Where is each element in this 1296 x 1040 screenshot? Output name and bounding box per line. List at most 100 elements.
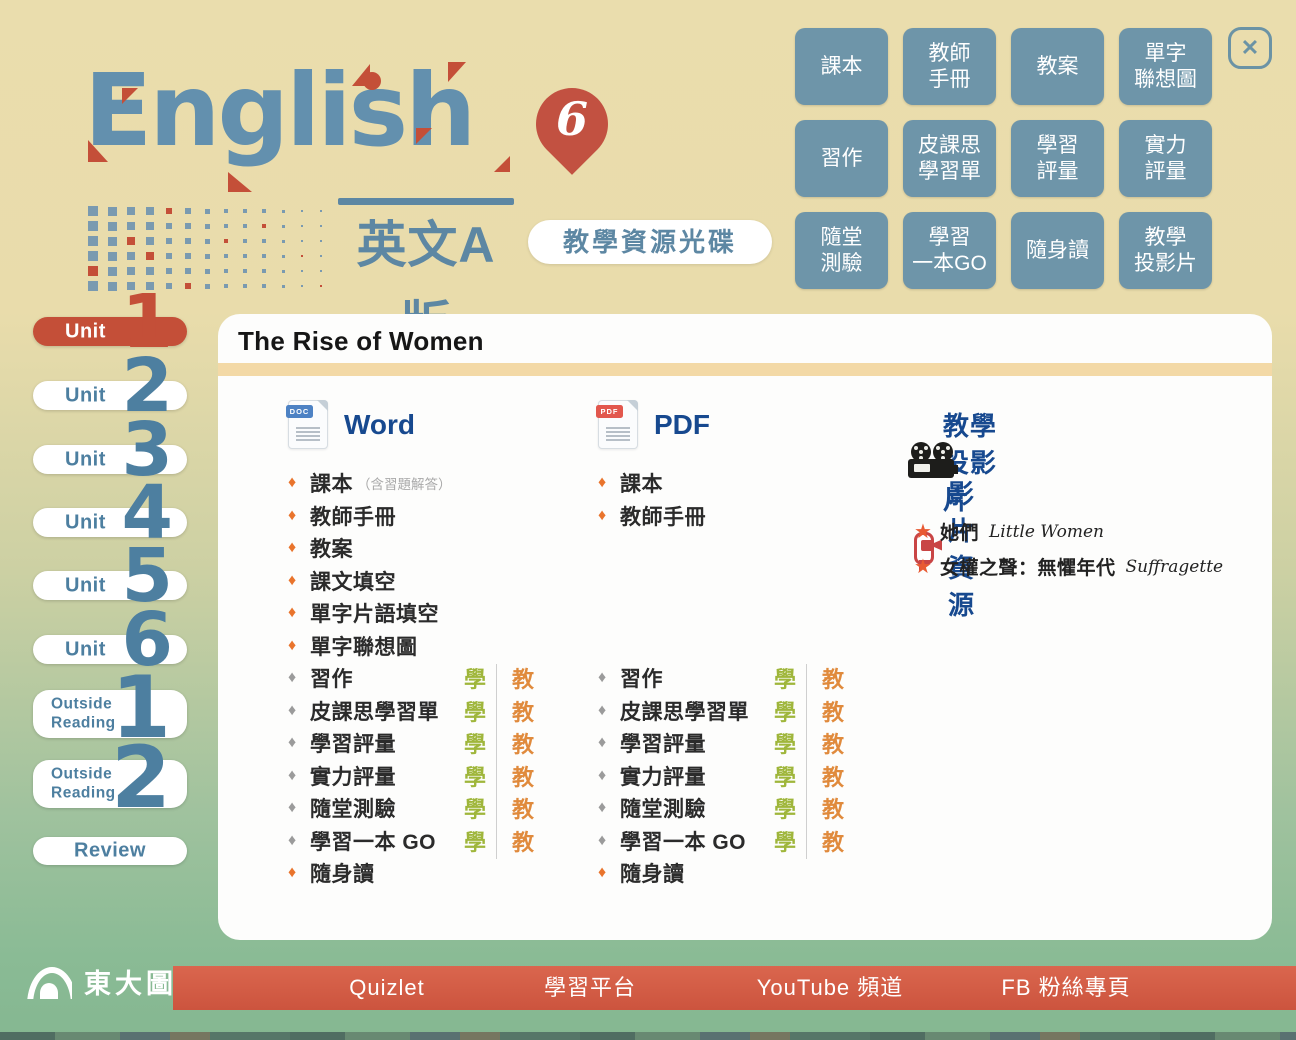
title-divider-band	[218, 363, 1272, 376]
star-icon: ★	[914, 554, 940, 579]
menu-button-study-go[interactable]: 學習 一本GO	[903, 212, 996, 289]
list-item[interactable]: ♦學習評量學教	[598, 727, 898, 760]
item-note: （含習題解答）	[357, 473, 452, 493]
volume-pin-badge: 6	[533, 84, 611, 182]
student-version-link[interactable]: 學	[774, 662, 796, 694]
list-item[interactable]: ♦單字聯想圖	[288, 629, 588, 662]
item-label: 隨身讀	[310, 858, 375, 888]
arch-logo-icon	[26, 965, 72, 999]
video-item[interactable]: ★ 女權之聲：無懼年代 Suffragette	[914, 549, 1272, 584]
sidebar-item-outside-reading-2[interactable]: Outside Reading 2	[33, 760, 187, 808]
teacher-version-link[interactable]: 教	[822, 825, 844, 857]
video-item[interactable]: ★ 她們 Little Women	[914, 514, 1272, 549]
list-item[interactable]: ♦課本	[598, 467, 898, 500]
menu-button-textbook[interactable]: 課本	[795, 28, 888, 105]
fold-corner	[317, 400, 328, 411]
diamond-bullet: ♦	[598, 864, 620, 882]
list-item[interactable]: ♦課文填空	[288, 564, 588, 597]
teacher-version-link[interactable]: 教	[512, 695, 534, 727]
list-item[interactable]: ♦單字片語填空	[288, 597, 588, 630]
list-item[interactable]: ♦實力評量學教	[598, 759, 898, 792]
list-item[interactable]: ♦教師手冊	[598, 499, 898, 532]
item-label: 課文填空	[310, 566, 396, 596]
sidebar-item-unit-1[interactable]: Unit 1	[33, 317, 187, 346]
teacher-version-link[interactable]: 教	[512, 727, 534, 759]
list-item[interactable]: ♦課本（含習題解答）	[288, 467, 588, 500]
teacher-version-link[interactable]: 教	[822, 760, 844, 792]
teacher-version-link[interactable]: 教	[822, 792, 844, 824]
menu-button-quiz[interactable]: 隨堂 測驗	[795, 212, 888, 289]
sidebar-item-unit-2[interactable]: Unit 2	[33, 381, 187, 410]
list-item[interactable]: ♦實力評量學教	[288, 759, 588, 792]
teacher-version-link[interactable]: 教	[822, 727, 844, 759]
teacher-version-link[interactable]: 教	[512, 792, 534, 824]
menu-button-word-map[interactable]: 單字 聯想圖	[1119, 28, 1212, 105]
list-item[interactable]: ♦學習一本 GO學教	[598, 824, 898, 857]
footer-link-platform[interactable]: 學習平台	[544, 966, 636, 1010]
list-item[interactable]: ♦教案	[288, 532, 588, 565]
teacher-version-link[interactable]: 教	[822, 695, 844, 727]
menu-button-teacher-manual[interactable]: 教師 手冊	[903, 28, 996, 105]
teacher-version-link[interactable]: 教	[512, 662, 534, 694]
teacher-version-link[interactable]: 教	[822, 662, 844, 694]
unit-label: Outside Reading	[51, 765, 116, 802]
footer-link-quizlet[interactable]: Quizlet	[349, 966, 424, 1010]
doc-lines	[606, 427, 630, 441]
list-item[interactable]: ♦教師手冊	[288, 499, 588, 532]
student-version-link[interactable]: 學	[774, 825, 796, 857]
student-version-link[interactable]: 學	[464, 792, 486, 824]
student-version-link[interactable]: 學	[464, 695, 486, 727]
item-label: 皮課思學習單	[310, 696, 439, 726]
teacher-version-link[interactable]: 教	[512, 760, 534, 792]
menu-button-teaching-slides[interactable]: 教學 投影片	[1119, 212, 1212, 289]
item-label: 課本	[310, 468, 353, 498]
list-item[interactable]: ♦隨身讀	[598, 857, 898, 890]
student-version-link[interactable]: 學	[464, 662, 486, 694]
list-item[interactable]: ♦學習一本 GO 學教	[288, 824, 588, 857]
student-version-link[interactable]: 學	[774, 727, 796, 759]
student-version-link[interactable]: 學	[774, 695, 796, 727]
item-label: 單字聯想圖	[310, 631, 418, 661]
menu-button-ability-assessment[interactable]: 實力 評量	[1119, 120, 1212, 197]
unit-label: Unit	[65, 384, 106, 407]
list-item[interactable]: ♦隨堂測驗學教	[598, 792, 898, 825]
video-title: 她們	[940, 518, 979, 545]
list-item[interactable]: ♦隨身讀	[288, 857, 588, 890]
item-label: 學習一本 GO	[620, 826, 746, 856]
menu-button-learning-assessment[interactable]: 學習 評量	[1011, 120, 1104, 197]
star-icon: ★	[914, 519, 940, 544]
list-item[interactable]: ♦隨堂測驗學教	[288, 792, 588, 825]
sidebar-item-unit-5[interactable]: Unit 5	[33, 571, 187, 600]
list-item[interactable]: ♦皮課思學習單學教	[598, 694, 898, 727]
list-item[interactable]: ♦習作學教	[288, 662, 588, 695]
close-button[interactable]: ✕	[1228, 27, 1272, 69]
footer-link-youtube[interactable]: YouTube 頻道	[757, 966, 904, 1010]
item-label: 學習一本 GO	[310, 826, 436, 856]
student-version-link[interactable]: 學	[464, 825, 486, 857]
student-version-link[interactable]: 學	[464, 760, 486, 792]
student-version-link[interactable]: 學	[774, 760, 796, 792]
sidebar-item-review[interactable]: Review	[33, 837, 187, 865]
list-item[interactable]: ♦學習評量學教	[288, 727, 588, 760]
diamond-bullet: ♦	[288, 604, 310, 622]
english-logo: English	[84, 52, 473, 169]
item-label: 單字片語填空	[310, 598, 439, 628]
list-item[interactable]: ♦皮課思學習單學教	[288, 694, 588, 727]
diamond-bullet: ♦	[598, 799, 620, 817]
student-version-link[interactable]: 學	[464, 727, 486, 759]
menu-button-pocket-reader[interactable]: 隨身讀	[1011, 212, 1104, 289]
pdf-badge: PDF	[596, 405, 623, 418]
student-version-link[interactable]: 學	[774, 792, 796, 824]
bottom-photo-strip	[0, 1032, 1296, 1040]
teacher-version-link[interactable]: 教	[512, 825, 534, 857]
menu-button-lesson-plan[interactable]: 教案	[1011, 28, 1104, 105]
diamond-bullet: ♦	[598, 702, 620, 720]
list-item[interactable]: ♦習作學教	[598, 662, 898, 695]
diamond-bullet: ♦	[288, 832, 310, 850]
menu-button-workbook[interactable]: 習作	[795, 120, 888, 197]
item-label: 皮課思學習單	[620, 696, 749, 726]
footer-link-facebook[interactable]: FB 粉絲專頁	[1001, 966, 1130, 1010]
item-label: 學習評量	[310, 728, 396, 758]
pdf-item-list: ♦課本 ♦教師手冊 ♦習作學教 ♦皮課思學習單學教 ♦學習評量學教 ♦實力評量學…	[598, 467, 898, 890]
menu-button-pirls-worksheet[interactable]: 皮課思 學習單	[903, 120, 996, 197]
